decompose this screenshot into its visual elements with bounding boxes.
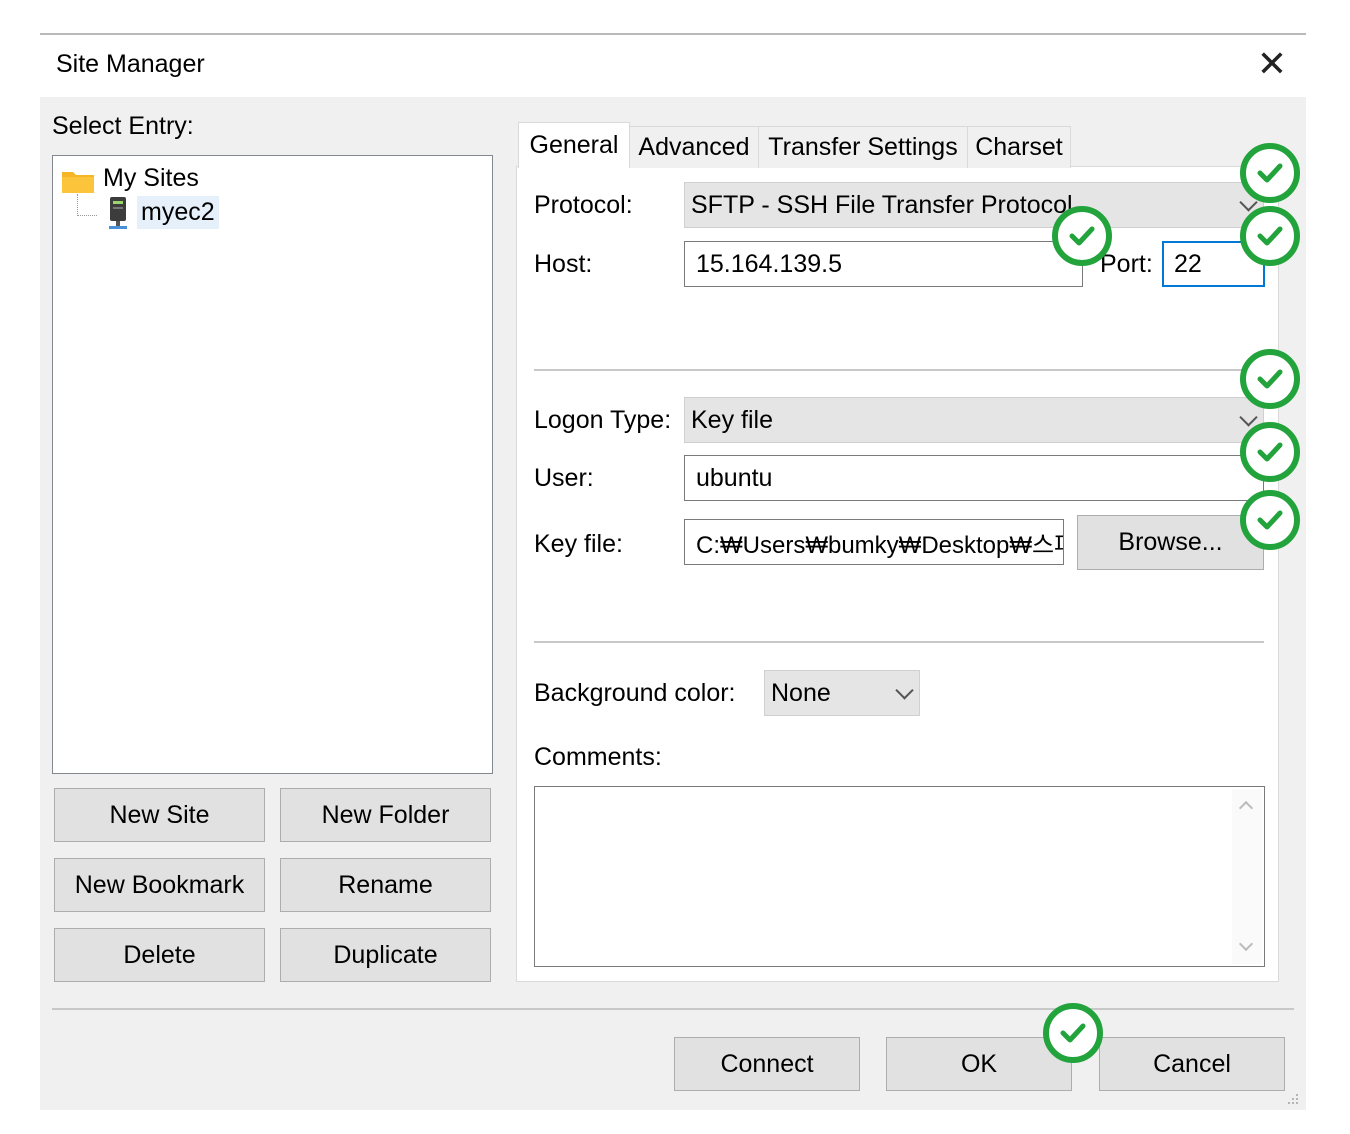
site-tree[interactable]: My Sites myec2	[52, 155, 493, 774]
comments-label: Comments:	[534, 743, 662, 771]
tree-item-myec2[interactable]: myec2	[137, 196, 219, 229]
delete-button[interactable]: Delete	[54, 928, 265, 982]
connect-button[interactable]: Connect	[674, 1037, 860, 1091]
new-site-button[interactable]: New Site	[54, 788, 265, 842]
user-label: User:	[534, 464, 594, 492]
ok-button[interactable]: OK	[886, 1037, 1072, 1091]
chevron-up-icon[interactable]	[1238, 800, 1254, 816]
tab-advanced[interactable]: Advanced	[629, 126, 759, 168]
logon-type-value: Key file	[691, 405, 773, 434]
chevron-down-icon	[1239, 408, 1258, 427]
duplicate-button[interactable]: Duplicate	[280, 928, 491, 982]
check-icon	[1240, 422, 1300, 482]
protocol-value: SFTP - SSH File Transfer Protocol	[691, 190, 1073, 219]
chevron-down-icon	[895, 681, 914, 700]
protocol-select[interactable]: SFTP - SSH File Transfer Protocol	[684, 182, 1264, 228]
footer-divider	[52, 1008, 1294, 1010]
check-icon	[1240, 143, 1300, 203]
port-label: Port:	[1100, 250, 1153, 278]
comments-textarea[interactable]	[534, 786, 1265, 967]
tab-charset[interactable]: Charset	[967, 126, 1071, 168]
scrollbar[interactable]	[1232, 789, 1262, 964]
browse-button[interactable]: Browse...	[1077, 515, 1264, 570]
check-icon	[1240, 206, 1300, 266]
divider	[534, 369, 1264, 371]
server-icon	[107, 196, 129, 230]
new-bookmark-button[interactable]: New Bookmark	[54, 858, 265, 912]
background-color-label: Background color:	[534, 679, 736, 707]
new-folder-button[interactable]: New Folder	[280, 788, 491, 842]
key-file-label: Key file:	[534, 530, 623, 558]
host-label: Host:	[534, 250, 593, 278]
tab-transfer-settings[interactable]: Transfer Settings	[758, 126, 968, 168]
title-bar	[40, 35, 1306, 97]
close-icon[interactable]: ✕	[1252, 44, 1292, 84]
protocol-label: Protocol:	[534, 191, 633, 219]
check-icon	[1240, 349, 1300, 409]
tree-connector	[77, 194, 97, 216]
logon-type-select[interactable]: Key file	[684, 397, 1264, 443]
rename-button[interactable]: Rename	[280, 858, 491, 912]
select-entry-label: Select Entry:	[52, 112, 194, 140]
check-icon	[1240, 490, 1300, 550]
check-icon	[1052, 206, 1112, 266]
chevron-down-icon[interactable]	[1238, 936, 1254, 952]
key-file-input[interactable]: C:₩Users₩bumky₩Desktop₩스파	[684, 519, 1064, 565]
folder-icon	[61, 168, 95, 193]
tree-root-my-sites[interactable]: My Sites	[103, 164, 199, 193]
background-color-select[interactable]: None	[764, 670, 920, 716]
tab-general[interactable]: General	[518, 122, 630, 168]
user-input[interactable]: ubuntu	[684, 455, 1264, 501]
resize-grip-icon[interactable]	[1282, 1090, 1300, 1108]
logon-type-label: Logon Type:	[534, 406, 672, 434]
background-color-value: None	[771, 678, 831, 707]
host-input[interactable]: 15.164.139.5	[684, 241, 1083, 287]
check-icon	[1043, 1003, 1103, 1063]
window-title: Site Manager	[56, 50, 205, 78]
cancel-button[interactable]: Cancel	[1099, 1037, 1285, 1091]
divider	[534, 641, 1264, 643]
